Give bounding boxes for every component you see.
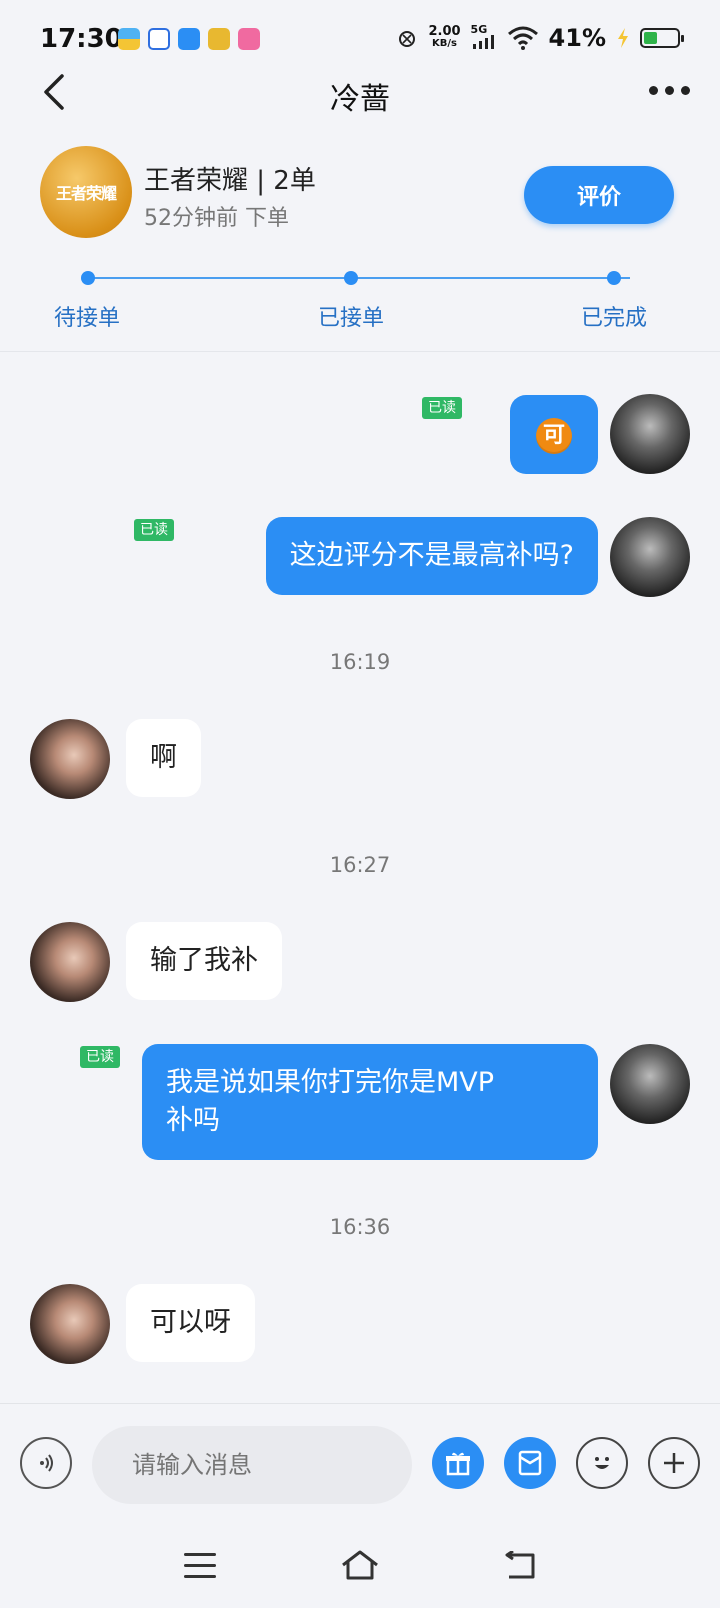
camera-app-icon	[208, 28, 230, 50]
step-dot-completed	[607, 271, 621, 285]
charging-icon	[618, 28, 628, 48]
signal-icon	[472, 35, 494, 49]
alarm-icon	[399, 31, 416, 47]
message-bubble-me[interactable]: 这边评分不是最高补吗?	[265, 517, 598, 595]
menu-icon[interactable]	[184, 1553, 216, 1586]
read-badge: 已读	[422, 397, 462, 419]
ellipsis-icon	[649, 86, 658, 95]
message-input[interactable]	[92, 1426, 412, 1504]
plus-icon	[664, 1453, 684, 1473]
more-actions-button[interactable]	[648, 1437, 700, 1489]
emoji-icon	[595, 1457, 609, 1469]
contact-avatar[interactable]	[30, 1284, 110, 1364]
network-type: 5G	[471, 24, 497, 51]
message-timestamp: 16:27	[329, 853, 391, 877]
contact-avatar[interactable]	[30, 719, 110, 799]
game-logo[interactable]: 王者荣耀	[40, 146, 132, 238]
gift-button[interactable]	[432, 1437, 484, 1489]
voice-icon	[40, 1454, 53, 1472]
message-timestamp: 16:36	[329, 1215, 391, 1239]
order-progress-line	[90, 277, 630, 279]
message-app-icon	[178, 28, 200, 50]
order-time: 52分钟前 下单	[144, 206, 289, 231]
emoji-button[interactable]	[576, 1437, 628, 1489]
home-icon[interactable]	[340, 1549, 380, 1581]
voice-button[interactable]	[20, 1437, 72, 1489]
baidu-app-icon	[148, 28, 170, 50]
contact-avatar[interactable]	[30, 922, 110, 1002]
red-packet-button[interactable]	[504, 1437, 556, 1489]
red-packet-icon	[518, 1450, 542, 1476]
step-label-accepted: 已接单	[318, 306, 385, 331]
battery-icon	[640, 28, 684, 48]
wallet-app-icon	[118, 28, 140, 50]
rate-button[interactable]: 评价	[524, 166, 674, 224]
back-nav-icon[interactable]	[503, 1551, 537, 1581]
gift-icon	[446, 1452, 470, 1476]
my-avatar[interactable]	[610, 1044, 690, 1124]
page-title: 冷蔷	[330, 82, 390, 117]
message-timestamp: 16:19	[329, 650, 391, 674]
chat-header: 冷蔷	[0, 62, 720, 122]
chat-list[interactable]: 已读 可 已读 这边评分不是最高补吗? 16:19 啊 16:27 输了我补 已…	[0, 353, 720, 1403]
order-title: 王者荣耀 | 2单	[144, 166, 316, 196]
input-bar	[0, 1403, 720, 1513]
read-badge: 已读	[134, 519, 174, 541]
battery-percent: 41%	[548, 24, 606, 52]
read-badge: 已读	[80, 1046, 120, 1068]
ke-emoji-icon: 可	[536, 418, 572, 454]
wifi-icon	[507, 26, 538, 50]
message-bubble-other[interactable]: 输了我补	[126, 922, 282, 1000]
system-navigation-bar	[0, 1513, 720, 1608]
message-bubble-me[interactable]: 我是说如果你打完你是MVP 补吗	[142, 1044, 598, 1160]
message-bubble-other[interactable]: 可以呀	[126, 1284, 255, 1362]
step-label-completed: 已完成	[581, 306, 648, 331]
net-speed: 2.00 KB/s	[428, 24, 461, 49]
order-card: 王者荣耀 王者荣耀 | 2单 52分钟前 下单 评价 待接单 已接单 已完成	[0, 140, 720, 352]
battery-fill	[644, 32, 657, 44]
step-label-pending: 待接单	[54, 306, 121, 331]
my-avatar[interactable]	[610, 394, 690, 474]
status-time: 17:30	[40, 24, 123, 54]
more-button[interactable]	[649, 86, 690, 95]
step-dot-accepted	[344, 271, 358, 285]
notification-icons	[118, 28, 260, 50]
step-dot-pending	[81, 271, 95, 285]
my-avatar[interactable]	[610, 517, 690, 597]
message-bubble-other[interactable]: 啊	[126, 719, 201, 797]
message-line: 我是说如果你打完你是MVP	[166, 1067, 495, 1098]
status-right: 2.00 KB/s 5G 41%	[396, 24, 684, 52]
message-line: 补吗	[166, 1105, 220, 1136]
pink-app-icon	[238, 28, 260, 50]
message-bubble-me[interactable]: 可	[510, 395, 598, 474]
